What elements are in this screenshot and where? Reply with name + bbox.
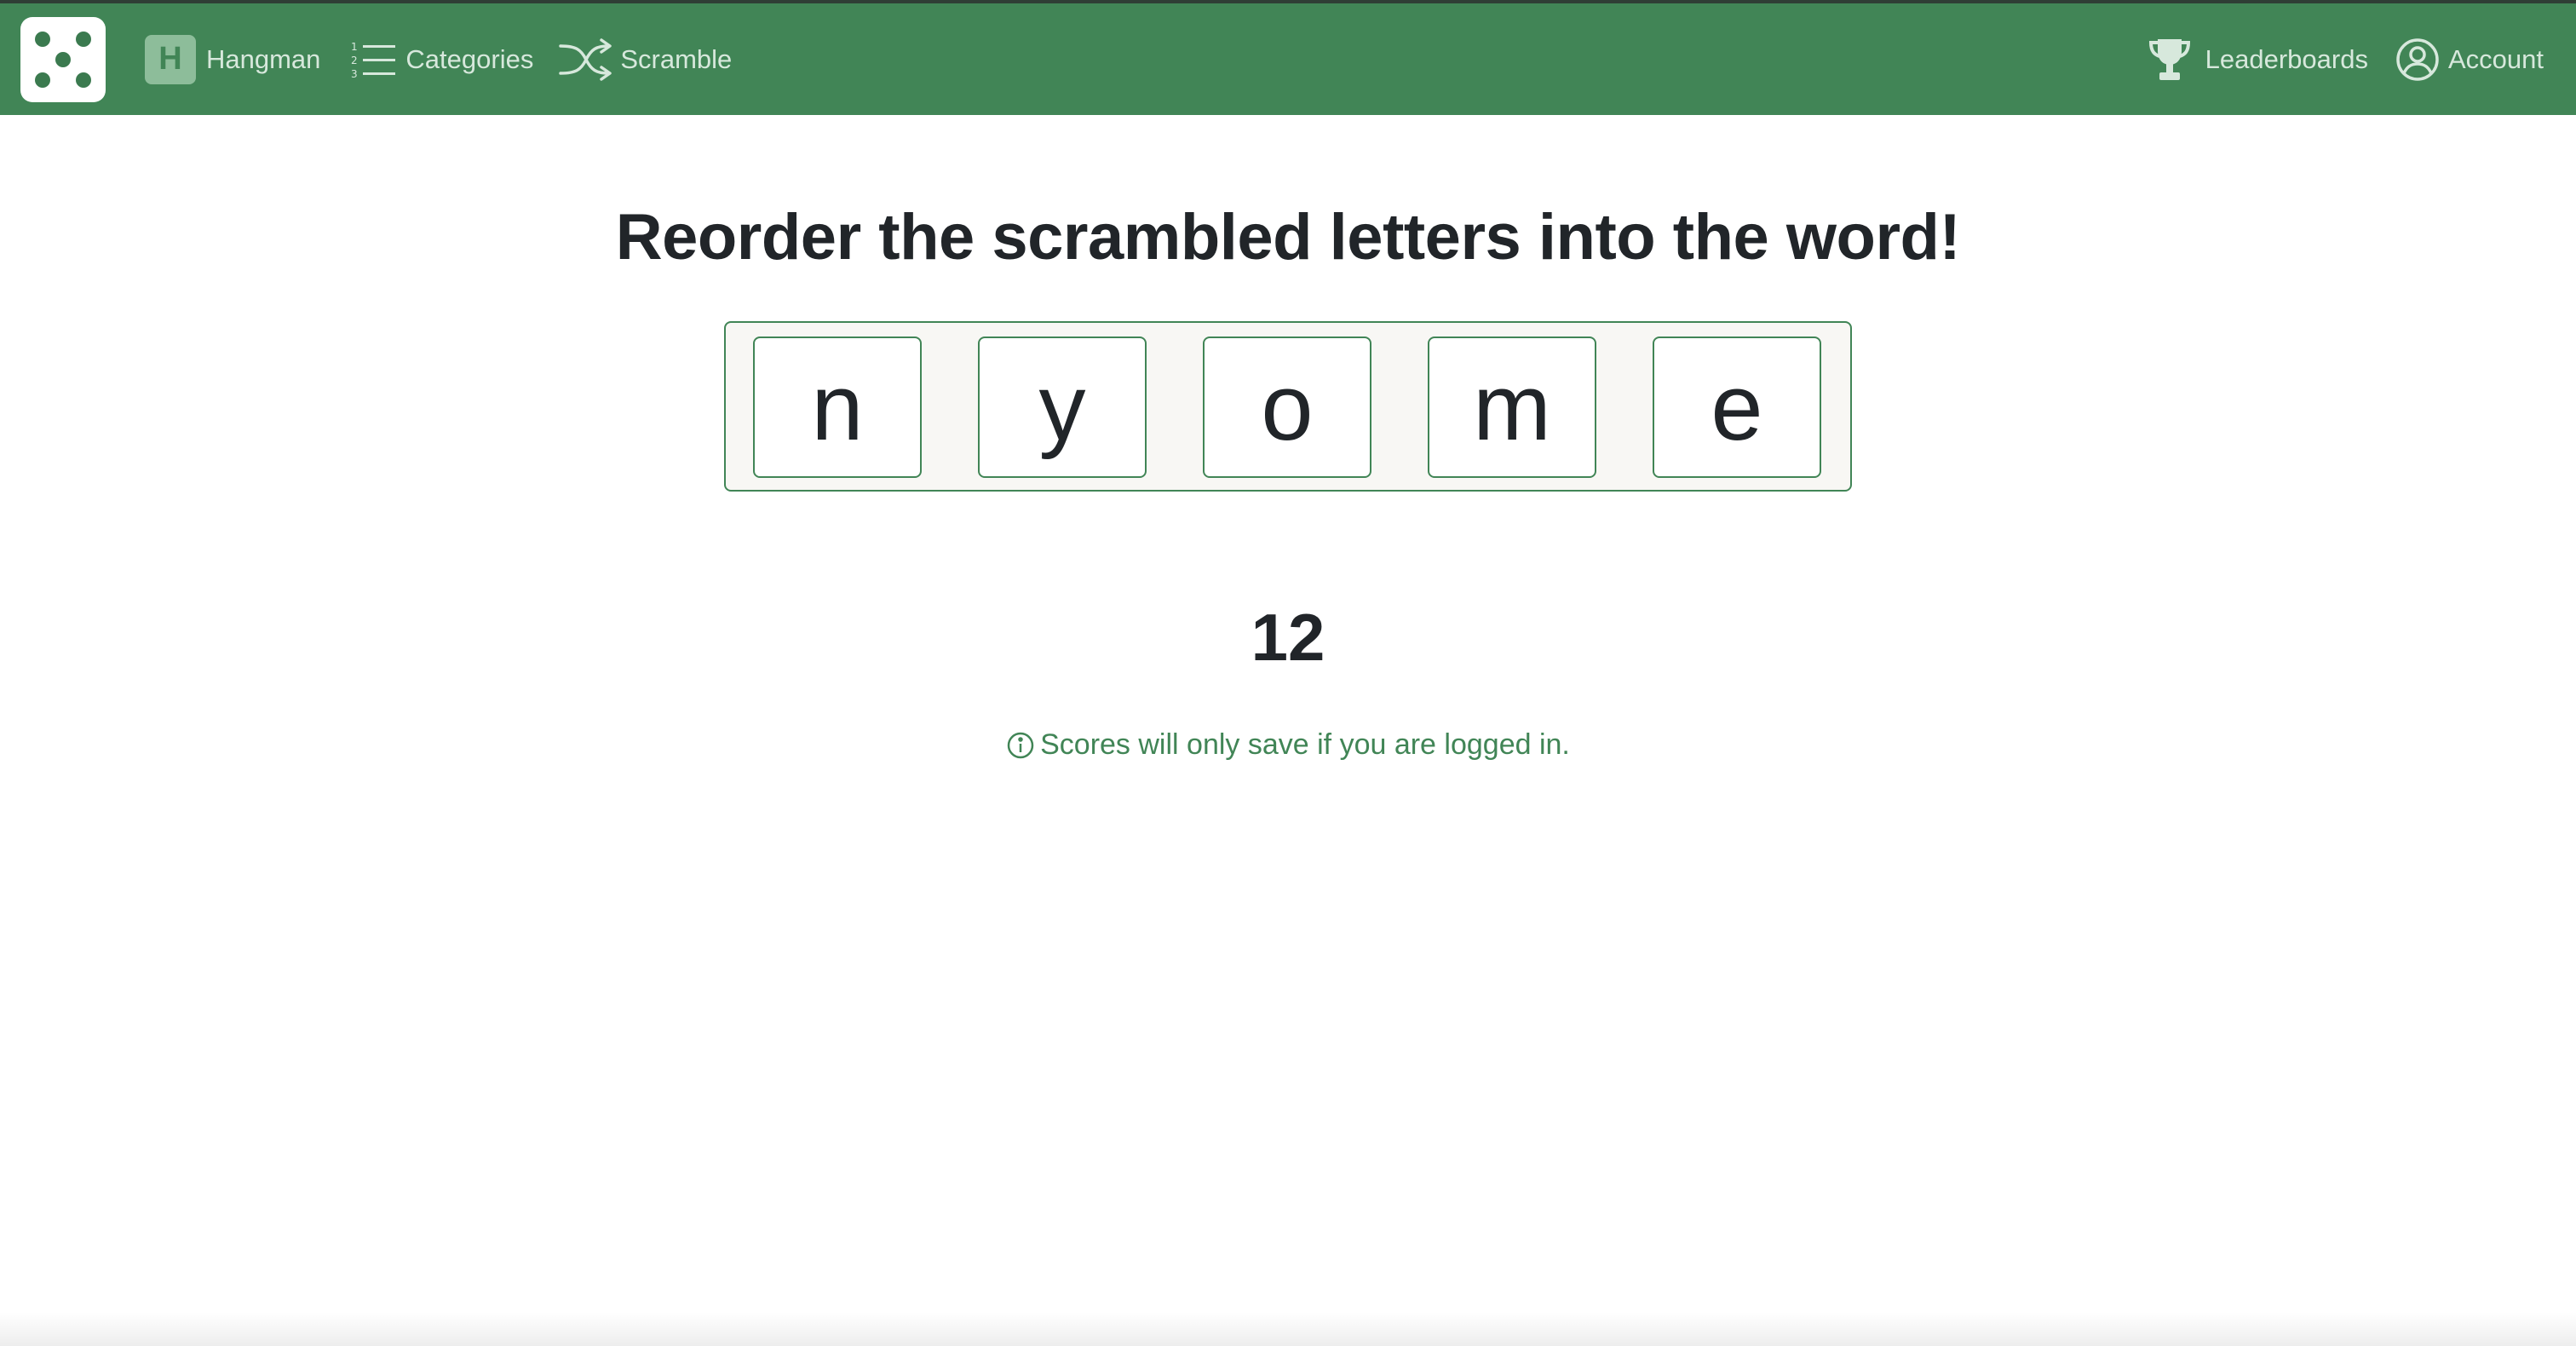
dice-five-icon[interactable] [20, 17, 106, 102]
nav-leaderboards-link[interactable]: Leaderboards [2148, 36, 2368, 83]
nav-scramble-label: Scramble [620, 43, 733, 74]
nav-left-links: H Hangman 1 2 3 Categories Scramble [145, 3, 732, 115]
nav-account-label: Account [2447, 43, 2544, 74]
nav-hangman-link[interactable]: H Hangman [145, 34, 321, 84]
login-notice: Scores will only save if you are logged … [0, 728, 2576, 762]
letter-tile[interactable]: o [1203, 336, 1371, 478]
letter-tile[interactable]: m [1428, 336, 1596, 478]
nav-account-link[interactable]: Account [2395, 37, 2544, 82]
game-area: Reorder the scrambled letters into the w… [0, 115, 2576, 1346]
letter-tile[interactable]: e [1653, 336, 1821, 478]
letter-tile[interactable]: n [753, 336, 922, 478]
h-badge-icon: H [145, 34, 196, 84]
shuffle-icon [559, 37, 613, 82]
login-notice-text: Scores will only save if you are logged … [1040, 728, 1570, 761]
nav-right-links: Leaderboards Account [2148, 3, 2544, 115]
letter-tray: n y o m e [724, 321, 1852, 492]
nav-leaderboards-label: Leaderboards [2205, 43, 2368, 74]
trophy-icon [2148, 36, 2192, 83]
nav-categories-label: Categories [405, 43, 534, 74]
letter-tile[interactable]: y [978, 336, 1147, 478]
bottom-shadow [0, 1312, 2576, 1346]
nav-categories-link[interactable]: 1 2 3 Categories [349, 39, 533, 80]
nav-hangman-label: Hangman [206, 43, 321, 74]
svg-text:3: 3 [351, 68, 358, 80]
navbar: H Hangman 1 2 3 Categories Scramble Lead… [0, 3, 2576, 115]
svg-text:1: 1 [351, 41, 358, 53]
svg-text:2: 2 [351, 55, 358, 66]
page-title: Reorder the scrambled letters into the w… [615, 201, 1961, 273]
user-circle-icon [2395, 37, 2440, 82]
numbered-list-icon: 1 2 3 [349, 39, 397, 80]
info-circle-icon [1006, 731, 1035, 760]
nav-scramble-link[interactable]: Scramble [559, 37, 732, 82]
score-value: 12 [1251, 600, 1325, 675]
